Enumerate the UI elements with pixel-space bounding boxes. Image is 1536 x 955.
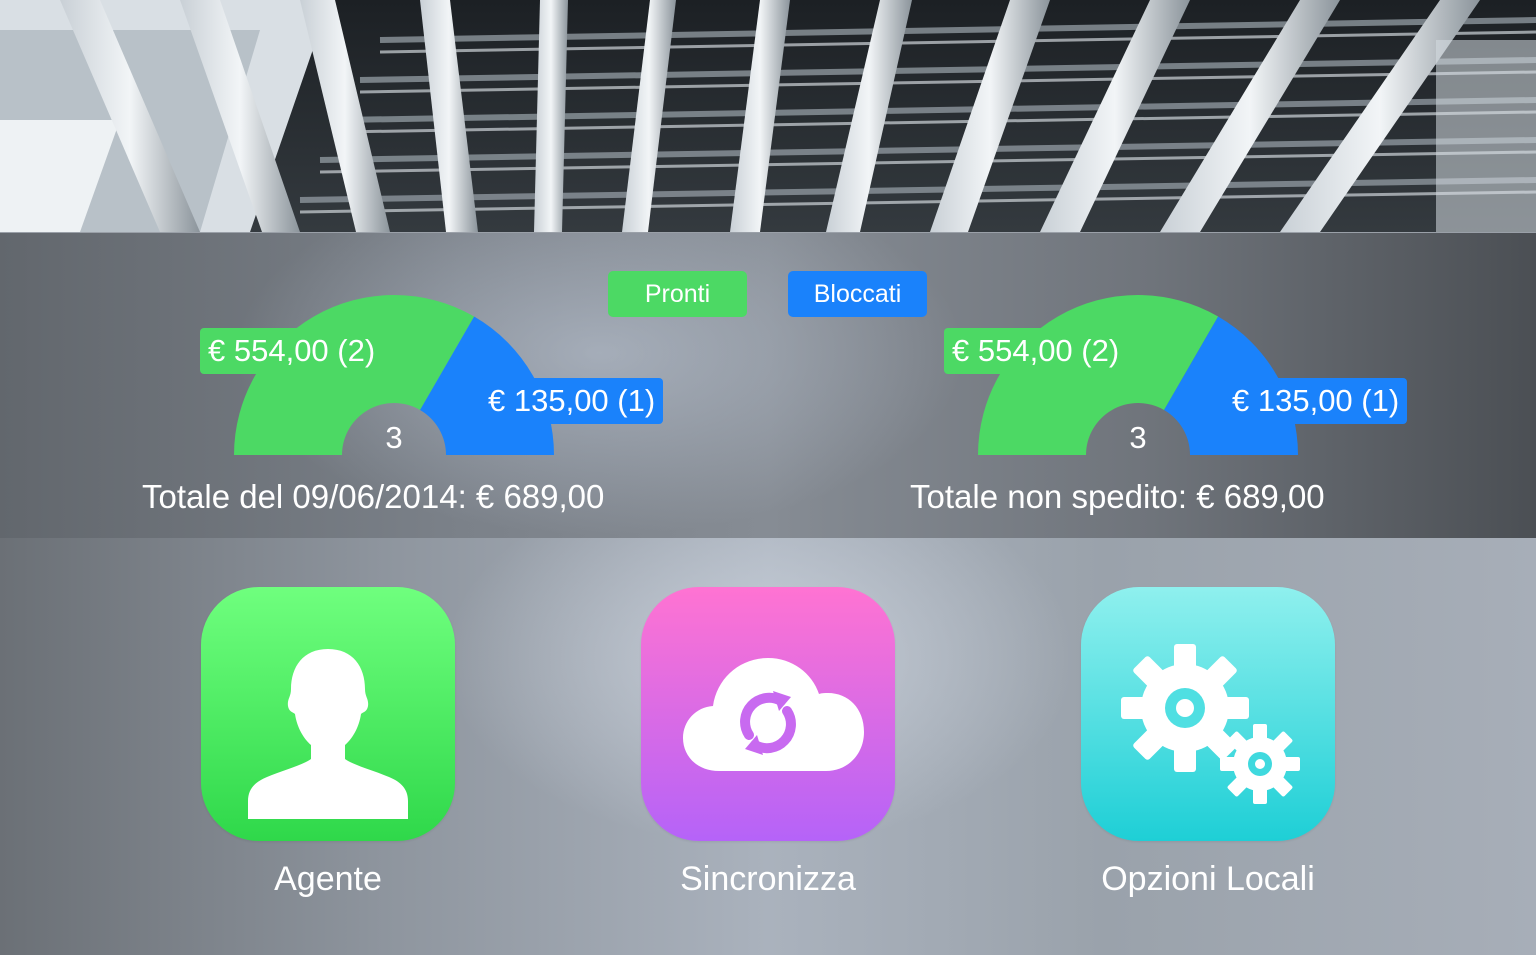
app-grid: Agente Sincronizza Opzioni Locali xyxy=(0,538,1536,955)
gauge-blocked-label: € 135,00 (1) xyxy=(480,378,664,424)
gauge-ready-label: € 554,00 (2) xyxy=(944,328,1128,374)
gauge-ready-label: € 554,00 (2) xyxy=(200,328,384,374)
daily-total-text: Totale del 09/06/2014: € 689,00 xyxy=(142,478,605,515)
local-options-app[interactable]: Opzioni Locali xyxy=(1081,587,1335,898)
architecture-photo xyxy=(0,0,1536,232)
header-photo xyxy=(0,0,1536,232)
unsent-total-text: Totale non spedito: € 689,00 xyxy=(910,478,1325,515)
sync-app[interactable]: Sincronizza xyxy=(641,587,895,898)
cloud-sync-icon xyxy=(683,658,864,771)
gauge-ready-segment xyxy=(234,295,475,455)
stats-panel: Pronti Bloccati € 554,00 (2) € 135,00 (1… xyxy=(0,232,1536,539)
local-options-app-label[interactable]: Opzioni Locali xyxy=(961,859,1455,899)
gauge-count: 3 xyxy=(1129,420,1147,455)
person-silhouette-icon xyxy=(248,649,408,819)
legend-blocked-button[interactable]: Bloccati xyxy=(788,271,927,317)
gauge-ready-segment xyxy=(978,295,1219,455)
agent-app-icon[interactable] xyxy=(201,587,455,841)
agent-app[interactable]: Agente xyxy=(201,587,455,898)
gauge-count: 3 xyxy=(385,420,403,455)
local-options-app-icon[interactable] xyxy=(1081,587,1335,841)
gauge-daily: € 554,00 (2) € 135,00 (1) 3 xyxy=(190,293,690,463)
gauge-blocked-label: € 135,00 (1) xyxy=(1224,378,1408,424)
sync-app-icon[interactable] xyxy=(641,587,895,841)
agent-app-label[interactable]: Agente xyxy=(81,859,575,899)
gears-icon xyxy=(1121,644,1300,804)
gauge-unsent: € 554,00 (2) € 135,00 (1) 3 xyxy=(934,293,1434,463)
sync-app-label[interactable]: Sincronizza xyxy=(521,859,1015,899)
